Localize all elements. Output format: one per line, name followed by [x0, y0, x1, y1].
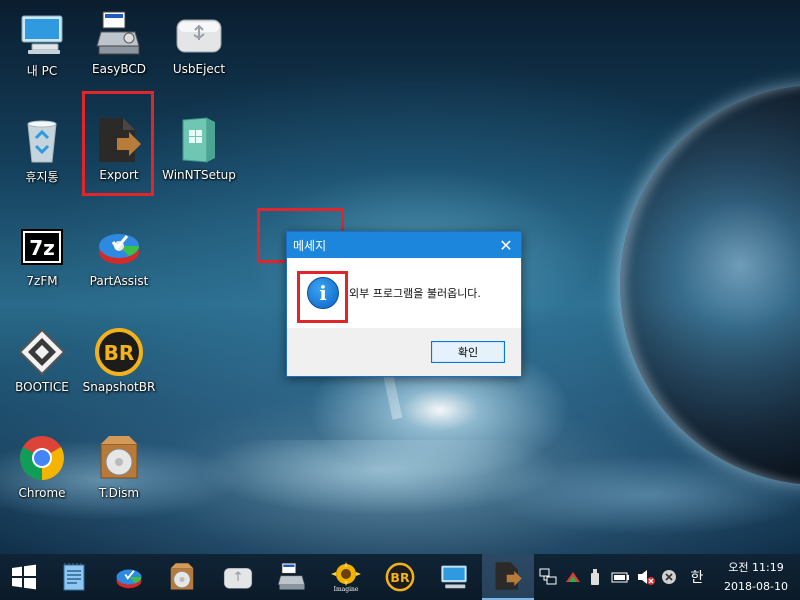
desktop-icon-label: BOOTICE	[15, 380, 69, 394]
snapshotbr-glyph: BR	[390, 570, 410, 585]
taskbar-clock[interactable]: 오전 11:19 2018-08-10	[716, 558, 796, 596]
battery-icon[interactable]	[610, 554, 632, 600]
close-circle-icon[interactable]	[658, 554, 680, 600]
tdism-icon[interactable]	[163, 558, 201, 596]
desktop-icon-label: EasyBCD	[92, 62, 146, 76]
volume-muted-icon[interactable]	[635, 554, 657, 600]
desktop-icon-label: SnapshotBR	[82, 380, 156, 394]
chrome-icon	[18, 434, 66, 482]
ok-button[interactable]: 확인	[431, 341, 505, 363]
bootice-icon	[18, 328, 66, 376]
winntsetup-icon	[175, 116, 223, 164]
export-icon[interactable]	[482, 554, 534, 600]
desktop-icon-label: UsbEject	[172, 62, 226, 76]
usb-icon[interactable]	[586, 554, 604, 600]
export-highlight-box	[82, 91, 154, 196]
close-icon[interactable]: ✕	[491, 232, 521, 258]
recycle-bin-icon	[18, 116, 66, 164]
usb-drive-icon	[175, 10, 223, 58]
partassist-icon[interactable]	[110, 558, 148, 596]
network-icon[interactable]	[537, 554, 559, 600]
clock-date: 2018-08-10	[724, 580, 788, 593]
wallpaper-planet	[620, 85, 800, 485]
partassist-icon	[95, 222, 143, 270]
svg-text:BR: BR	[104, 341, 135, 365]
notepad-icon[interactable]	[55, 558, 93, 596]
desktop-icon-usbeject[interactable]: UsbEject	[154, 2, 244, 102]
svg-text:7z: 7z	[29, 236, 55, 260]
usb-drive-icon[interactable]	[219, 558, 257, 596]
safely-remove-icon[interactable]	[562, 554, 584, 600]
desktop-icon-label: T.Dism	[98, 486, 140, 500]
desktop-icon-partassist[interactable]: PartAssist	[74, 214, 164, 314]
ime-indicator[interactable]: 한	[686, 554, 708, 600]
dialog-title: 메세지	[293, 238, 327, 253]
info-icon-highlight-box	[297, 271, 348, 323]
desktop-icon-label: PartAssist	[89, 274, 149, 288]
computer-icon	[18, 10, 66, 58]
taskbar: Imagine BR 한 오전 11:19 2018-08-10	[0, 554, 800, 600]
desktop-icon-label: Chrome	[18, 486, 66, 500]
tdism-icon	[95, 434, 143, 482]
imagine-label: Imagine	[333, 585, 359, 593]
desktop-icon-snapshotbr[interactable]: BR SnapshotBR	[74, 320, 164, 420]
7zip-icon: 7z	[18, 222, 66, 270]
desktop-icon-winntsetup[interactable]: WinNTSetup	[154, 108, 244, 208]
desktop-icon-label: 휴지통	[25, 170, 59, 184]
dialog-title-bar[interactable]: 메세지 ✕	[287, 232, 521, 258]
desktop-icon-label: 내 PC	[26, 64, 58, 78]
easybcd-icon[interactable]	[273, 558, 311, 596]
easybcd-icon	[95, 10, 143, 58]
start-icon[interactable]	[5, 558, 43, 596]
desktop-icon-tdism[interactable]: T.Dism	[74, 426, 164, 526]
dialog-message: 외부 프로그램을 불러옵니다.	[349, 287, 481, 300]
snapshotbr-icon: BR	[95, 328, 143, 376]
desktop-icon-easybcd[interactable]: EasyBCD	[74, 2, 164, 102]
desktop-icon-label: 7zFM	[26, 274, 58, 288]
desktop-icon-label: WinNTSetup	[162, 168, 236, 182]
clock-time: 오전 11:19	[728, 561, 784, 574]
imagine-icon[interactable]: Imagine	[327, 558, 365, 596]
snapshotbr-icon[interactable]: BR	[381, 558, 419, 596]
computer-icon[interactable]	[435, 558, 473, 596]
dialog-footer: 확인	[287, 328, 521, 376]
